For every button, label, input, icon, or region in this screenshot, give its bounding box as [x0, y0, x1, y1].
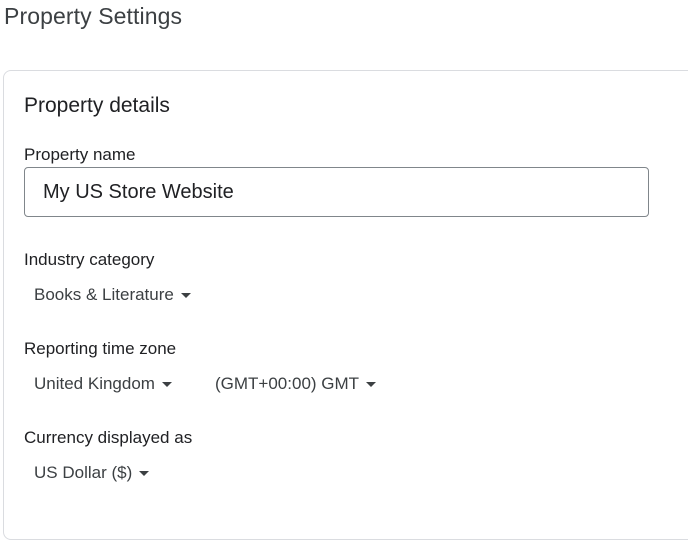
time-zone-country-dropdown[interactable]: United Kingdom — [34, 370, 172, 398]
property-name-label: Property name — [24, 145, 136, 164]
caret-down-icon — [180, 293, 191, 298]
industry-category-value: Books & Literature — [34, 285, 174, 304]
industry-category-label: Industry category — [24, 250, 155, 269]
time-zone-country-value: United Kingdom — [34, 374, 155, 393]
time-zone-value: (GMT+00:00) GMT — [215, 374, 360, 393]
card-title: Property details — [24, 94, 170, 117]
property-details-card: Property details Property name Industry … — [3, 70, 688, 540]
caret-down-icon — [161, 382, 172, 387]
caret-down-icon — [139, 471, 150, 476]
currency-value: US Dollar ($) — [34, 463, 133, 482]
reporting-time-zone-label: Reporting time zone — [24, 339, 177, 358]
caret-down-icon — [366, 382, 377, 387]
industry-category-dropdown[interactable]: Books & Literature — [34, 281, 191, 309]
currency-dropdown[interactable]: US Dollar ($) — [34, 459, 150, 487]
currency-label: Currency displayed as — [24, 428, 193, 447]
property-name-input[interactable] — [24, 167, 649, 217]
page-title: Property Settings — [4, 3, 183, 29]
time-zone-dropdown[interactable]: (GMT+00:00) GMT — [215, 370, 377, 398]
